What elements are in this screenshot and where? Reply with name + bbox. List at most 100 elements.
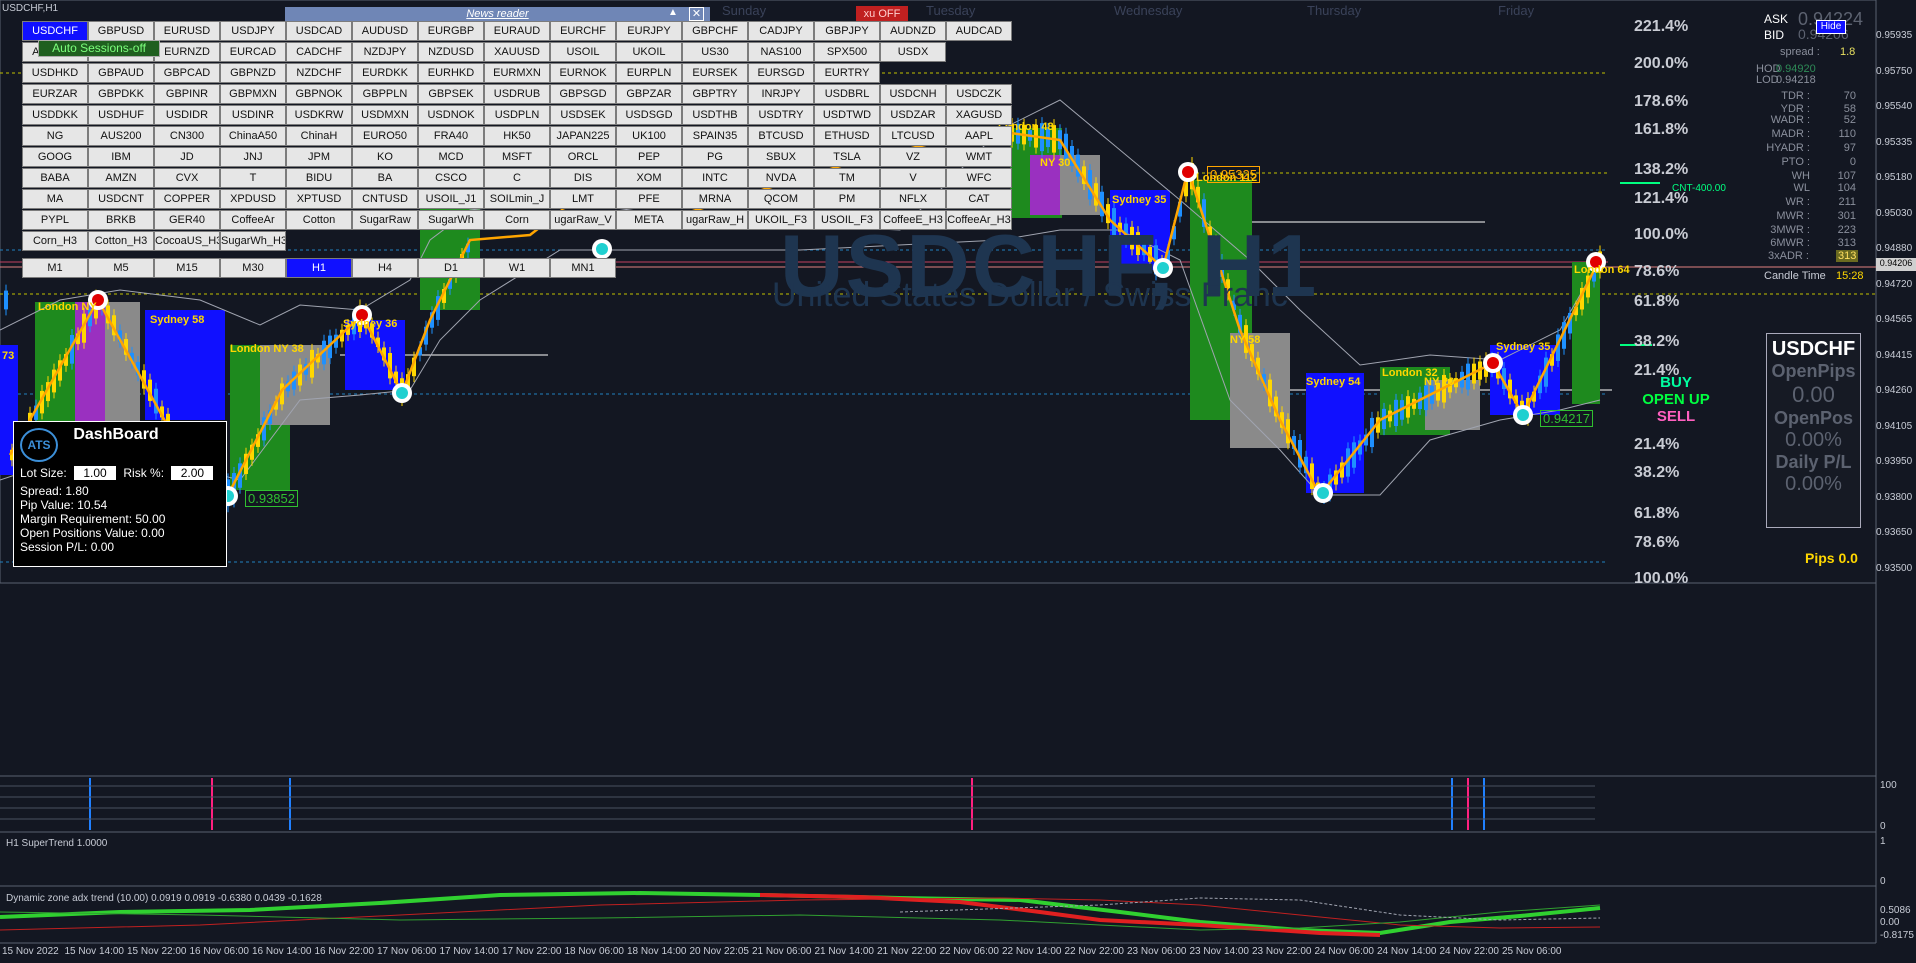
symbol-button-fra40[interactable]: FRA40 — [418, 126, 484, 146]
risk-input[interactable]: 2.00 — [171, 466, 214, 480]
symbol-button-usdpln[interactable]: USDPLN — [484, 105, 550, 125]
symbol-button-eurchf[interactable]: EURCHF — [550, 21, 616, 41]
symbol-button-eurcad[interactable]: EURCAD — [220, 42, 286, 62]
symbol-button-euraud[interactable]: EURAUD — [484, 21, 550, 41]
symbol-button-spx500[interactable]: SPX500 — [814, 42, 880, 62]
symbol-button-lmt[interactable]: LMT — [550, 189, 616, 209]
symbol-button-xagusd[interactable]: XAGUSD — [946, 105, 1012, 125]
symbol-button-usdchf[interactable]: USDCHF — [22, 21, 88, 41]
symbol-button-gbpzar[interactable]: GBPZAR — [616, 84, 682, 104]
symbol-button-gbpusd[interactable]: GBPUSD — [88, 21, 154, 41]
symbol-button-eurtry[interactable]: EURTRY — [814, 63, 880, 83]
symbol-button-eurzar[interactable]: EURZAR — [22, 84, 88, 104]
symbol-button-vz[interactable]: VZ — [880, 147, 946, 167]
symbol-button-nzdchf[interactable]: NZDCHF — [286, 63, 352, 83]
symbol-button-usdcnh[interactable]: USDCNH — [880, 84, 946, 104]
symbol-button-chinaa50[interactable]: ChinaA50 — [220, 126, 286, 146]
symbol-button-qcom[interactable]: QCOM — [748, 189, 814, 209]
timeframe-button-h1[interactable]: H1 — [286, 258, 352, 278]
symbol-button-eursek[interactable]: EURSEK — [682, 63, 748, 83]
symbol-button-aus200[interactable]: AUS200 — [88, 126, 154, 146]
symbol-button-us30[interactable]: US30 — [682, 42, 748, 62]
symbol-button-usoil[interactable]: USOIL — [550, 42, 616, 62]
symbol-button-cadchf[interactable]: CADCHF — [286, 42, 352, 62]
timeframe-button-m30[interactable]: M30 — [220, 258, 286, 278]
timeframe-button-mn1[interactable]: MN1 — [550, 258, 616, 278]
symbol-button-gbpchf[interactable]: GBPCHF — [682, 21, 748, 41]
symbol-button-brkb[interactable]: BRKB — [88, 210, 154, 230]
buy-button[interactable]: BUY — [1646, 374, 1706, 391]
symbol-button-mcd[interactable]: MCD — [418, 147, 484, 167]
symbol-button-jnj[interactable]: JNJ — [220, 147, 286, 167]
symbol-button-hk50[interactable]: HK50 — [484, 126, 550, 146]
timeframe-button-w1[interactable]: W1 — [484, 258, 550, 278]
symbol-button-usdzar[interactable]: USDZAR — [880, 105, 946, 125]
xu-toggle-button[interactable]: xu OFF — [856, 6, 908, 22]
symbol-button-ugarraw_h[interactable]: ugarRaw_H — [682, 210, 748, 230]
symbol-button-usdbrl[interactable]: USDBRL — [814, 84, 880, 104]
symbol-button-usdhkd[interactable]: USDHKD — [22, 63, 88, 83]
symbol-button-cntusd[interactable]: CNTUSD — [352, 189, 418, 209]
symbol-button-gbpsek[interactable]: GBPSEK — [418, 84, 484, 104]
symbol-button-gbpmxn[interactable]: GBPMXN — [220, 84, 286, 104]
timeframe-button-m15[interactable]: M15 — [154, 258, 220, 278]
open-up-button[interactable]: OPEN UP — [1628, 391, 1724, 408]
symbol-button-eurjpy[interactable]: EURJPY — [616, 21, 682, 41]
timeframe-button-h4[interactable]: H4 — [352, 258, 418, 278]
symbol-button-nzdusd[interactable]: NZDUSD — [418, 42, 484, 62]
symbol-button-corn_h3[interactable]: Corn_H3 — [22, 231, 88, 251]
symbol-button-cn300[interactable]: CN300 — [154, 126, 220, 146]
timeframe-button-m1[interactable]: M1 — [22, 258, 88, 278]
symbol-button-wmt[interactable]: WMT — [946, 147, 1012, 167]
symbol-button-eurnzd[interactable]: EURNZD — [154, 42, 220, 62]
symbol-button-ukoil_f3[interactable]: UKOIL_F3 — [748, 210, 814, 230]
symbol-button-coffeear_h3[interactable]: CoffeeAr_H3 — [946, 210, 1012, 230]
symbol-button-usdcnt[interactable]: USDCNT — [88, 189, 154, 209]
symbol-button-ugarraw_v[interactable]: ugarRaw_V — [550, 210, 616, 230]
sell-button[interactable]: SELL — [1646, 408, 1706, 425]
symbol-button-sugarwh_h3[interactable]: SugarWh_H3 — [220, 231, 286, 251]
symbol-button-japan225[interactable]: JAPAN225 — [550, 126, 616, 146]
symbol-button-usdnok[interactable]: USDNOK — [418, 105, 484, 125]
symbol-button-cotton_h3[interactable]: Cotton_H3 — [88, 231, 154, 251]
symbol-button-ger40[interactable]: GER40 — [154, 210, 220, 230]
symbol-button-chinah[interactable]: ChinaH — [286, 126, 352, 146]
symbol-button-usoil_j1[interactable]: USOIL_J1 — [418, 189, 484, 209]
symbol-button-euro50[interactable]: EURO50 — [352, 126, 418, 146]
symbol-button-cocoaus_h3[interactable]: CocoaUS_H3 — [154, 231, 220, 251]
symbol-button-tsla[interactable]: TSLA — [814, 147, 880, 167]
symbol-button-wfc[interactable]: WFC — [946, 168, 1012, 188]
symbol-button-jd[interactable]: JD — [154, 147, 220, 167]
symbol-button-ibm[interactable]: IBM — [88, 147, 154, 167]
symbol-button-audusd[interactable]: AUDUSD — [352, 21, 418, 41]
symbol-button-usoil_f3[interactable]: USOIL_F3 — [814, 210, 880, 230]
symbol-button-usdjpy[interactable]: USDJPY — [220, 21, 286, 41]
symbol-button-eurdkk[interactable]: EURDKK — [352, 63, 418, 83]
symbol-button-cotton[interactable]: Cotton — [286, 210, 352, 230]
symbol-button-btcusd[interactable]: BTCUSD — [748, 126, 814, 146]
news-reader-bar[interactable]: News reader — [285, 7, 710, 22]
symbol-button-dis[interactable]: DIS — [550, 168, 616, 188]
symbol-button-eurmxn[interactable]: EURMXN — [484, 63, 550, 83]
symbol-button-tm[interactable]: TM — [814, 168, 880, 188]
symbol-button-aapl[interactable]: AAPL — [946, 126, 1012, 146]
symbol-button-xptusd[interactable]: XPTUSD — [286, 189, 352, 209]
symbol-button-usdkrw[interactable]: USDKRW — [286, 105, 352, 125]
symbol-button-usdtwd[interactable]: USDTWD — [814, 105, 880, 125]
symbol-button-ba[interactable]: BA — [352, 168, 418, 188]
timeframe-button-m5[interactable]: M5 — [88, 258, 154, 278]
minimize-icon[interactable]: ▲ — [668, 7, 678, 18]
symbol-button-c[interactable]: C — [484, 168, 550, 188]
symbol-button-usdthb[interactable]: USDTHB — [682, 105, 748, 125]
symbol-button-usdhuf[interactable]: USDHUF — [88, 105, 154, 125]
symbol-button-ukoil[interactable]: UKOIL — [616, 42, 682, 62]
symbol-button-jpm[interactable]: JPM — [286, 147, 352, 167]
symbol-button-ma[interactable]: MA — [22, 189, 88, 209]
symbol-button-amzn[interactable]: AMZN — [88, 168, 154, 188]
symbol-button-xauusd[interactable]: XAUUSD — [484, 42, 550, 62]
symbol-button-usdcad[interactable]: USDCAD — [286, 21, 352, 41]
symbol-button-gbppln[interactable]: GBPPLN — [352, 84, 418, 104]
symbol-button-gbpnzd[interactable]: GBPNZD — [220, 63, 286, 83]
symbol-button-gbpcad[interactable]: GBPCAD — [154, 63, 220, 83]
hide-button[interactable]: Hide — [1816, 20, 1846, 34]
